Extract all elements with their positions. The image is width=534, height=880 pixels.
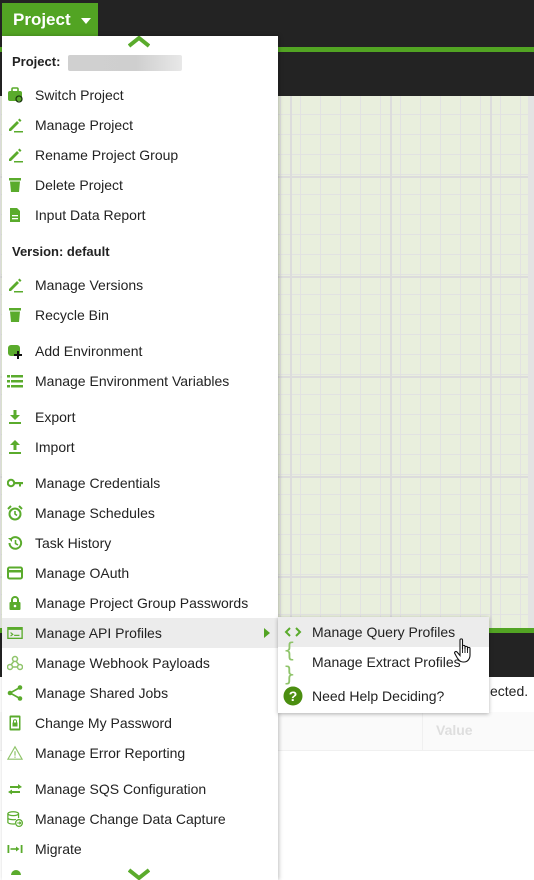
menu-item-manage-credentials[interactable]: Manage Credentials: [2, 468, 278, 498]
menu-item-manage-versions[interactable]: Manage Versions: [2, 270, 278, 300]
menu-item-migrate[interactable]: Migrate: [2, 834, 278, 864]
menu-item-manage-schedules[interactable]: Manage Schedules: [2, 498, 278, 528]
version-section-label: Version: default: [12, 244, 110, 259]
switch-project-icon: [7, 87, 23, 103]
terminal-window-icon: [7, 625, 23, 641]
add-database-icon: [7, 343, 23, 359]
lock-icon: [7, 595, 23, 611]
webhook-icon: [7, 655, 23, 671]
menu-item-label: Manage Webhook Payloads: [35, 655, 210, 671]
help-circle-icon: ?: [283, 686, 303, 706]
menu-item-manage-project[interactable]: Manage Project: [2, 110, 278, 140]
menu-item-label: Manage Project: [35, 117, 134, 133]
credit-card-icon: [7, 565, 23, 581]
pencil-icon: [7, 277, 23, 293]
project-section-label: Project:: [12, 54, 61, 69]
menu-item-add-environment[interactable]: Add Environment: [2, 336, 278, 366]
menu-item-label: Recycle Bin: [35, 307, 109, 323]
menu-item-label: Manage Shared Jobs: [35, 685, 169, 701]
menu-item-manage-change-data-capture[interactable]: Manage Change Data Capture: [2, 804, 278, 834]
download-icon: [7, 409, 23, 425]
menu-item-label: Rename Project Group: [35, 147, 179, 163]
submenu-item-need-help-deciding[interactable]: ? Need Help Deciding?: [278, 681, 489, 711]
migrate-arrow-icon: [7, 841, 23, 857]
menu-item-label: Manage Schedules: [35, 505, 155, 521]
menu-item-manage-project-group-passwords[interactable]: Manage Project Group Passwords: [2, 588, 278, 618]
menu-item-manage-api-profiles[interactable]: Manage API Profiles: [2, 618, 278, 648]
menu-item-delete-project[interactable]: Delete Project: [2, 170, 278, 200]
code-brackets-icon: [283, 626, 303, 638]
pencil-icon: [7, 147, 23, 163]
menu-item-task-history[interactable]: Task History: [2, 528, 278, 558]
menu-item-manage-error-reporting[interactable]: Manage Error Reporting: [2, 738, 278, 768]
menu-item-manage-sqs-configuration[interactable]: Manage SQS Configuration: [2, 774, 278, 804]
svg-text:?: ?: [289, 688, 298, 704]
document-icon: [7, 207, 23, 223]
submenu-item-label: Manage Extract Profiles: [312, 654, 461, 670]
trash-icon: [7, 177, 23, 193]
menu-item-manage-webhook-payloads[interactable]: Manage Webhook Payloads: [2, 648, 278, 678]
menu-item-input-data-report[interactable]: Input Data Report: [2, 200, 278, 230]
menu-item-import[interactable]: Import: [2, 432, 278, 462]
api-profiles-submenu: Manage Query Profiles { } Manage Extract…: [278, 617, 489, 713]
menu-item-label: Export: [35, 409, 76, 425]
menu-item-label: Add Environment: [35, 343, 143, 359]
menu-item-recycle-bin[interactable]: Recycle Bin: [2, 300, 278, 330]
menu-item-label: Manage Project Group Passwords: [35, 595, 249, 611]
submenu-arrow-icon: [264, 628, 270, 638]
share-icon: [7, 685, 23, 701]
trash-icon: [7, 307, 23, 323]
menu-item-label: Migrate: [35, 841, 82, 857]
project-dropdown-menu: Project: Switch Project Manage Project R…: [2, 36, 278, 880]
submenu-item-label: Need Help Deciding?: [312, 688, 445, 704]
status-message: ected.: [490, 683, 529, 699]
hand-pointer-cursor-icon: [454, 638, 471, 663]
column-divider: [422, 712, 423, 750]
project-menu-label: Project: [13, 9, 71, 29]
history-icon: [7, 535, 23, 551]
menu-item-export[interactable]: Export: [2, 402, 278, 432]
caret-down-icon: [80, 17, 91, 24]
project-menu-button[interactable]: Project: [2, 3, 98, 36]
menu-item-label: Manage OAuth: [35, 565, 130, 581]
menu-item-label: Manage Credentials: [35, 475, 161, 491]
menu-item-label: Manage Environment Variables: [35, 373, 230, 389]
list-icon: [7, 373, 23, 389]
menu-item-label: Switch Project: [35, 87, 124, 103]
menu-item-rename-project-group[interactable]: Rename Project Group: [2, 140, 278, 170]
menu-item-manage-environment-variables[interactable]: Manage Environment Variables: [2, 366, 278, 396]
chevron-down-icon[interactable]: [128, 868, 150, 880]
menu-item-label: Import: [35, 439, 75, 455]
menu-item-label: Change My Password: [35, 715, 172, 731]
pencil-icon: [7, 117, 23, 133]
exchange-arrows-icon: [7, 781, 23, 797]
menu-item-label: Manage SQS Configuration: [35, 781, 207, 797]
key-icon: [7, 475, 23, 491]
menu-item-manage-shared-jobs[interactable]: Manage Shared Jobs: [2, 678, 278, 708]
menu-item-switch-project[interactable]: Switch Project: [2, 80, 278, 110]
menu-item-label: Delete Project: [35, 177, 123, 193]
menu-item-manage-oauth[interactable]: Manage OAuth: [2, 558, 278, 588]
redacted-project-name: [68, 55, 182, 71]
canvas-scrollbar[interactable]: [528, 96, 534, 628]
column-header-value: Value: [436, 722, 473, 738]
menu-item-change-my-password[interactable]: Change My Password: [2, 708, 278, 738]
menu-item-label: Manage API Profiles: [35, 625, 162, 641]
upload-icon: [7, 439, 23, 455]
partial-next-item-icon: [11, 870, 21, 875]
warning-icon: [7, 745, 23, 761]
menu-item-label: Manage Change Data Capture: [35, 811, 226, 827]
menu-item-label: Manage Versions: [35, 277, 144, 293]
curly-braces-icon: { }: [283, 638, 298, 686]
menu-item-label: Input Data Report: [35, 207, 146, 223]
menu-item-label: Manage Error Reporting: [35, 745, 186, 761]
phone-lock-icon: [7, 715, 23, 731]
menu-item-label: Task History: [35, 535, 112, 551]
chevron-up-icon[interactable]: [128, 36, 150, 48]
submenu-item-label: Manage Query Profiles: [312, 624, 456, 640]
alarm-clock-icon: [7, 505, 23, 521]
database-sync-icon: [7, 811, 23, 827]
